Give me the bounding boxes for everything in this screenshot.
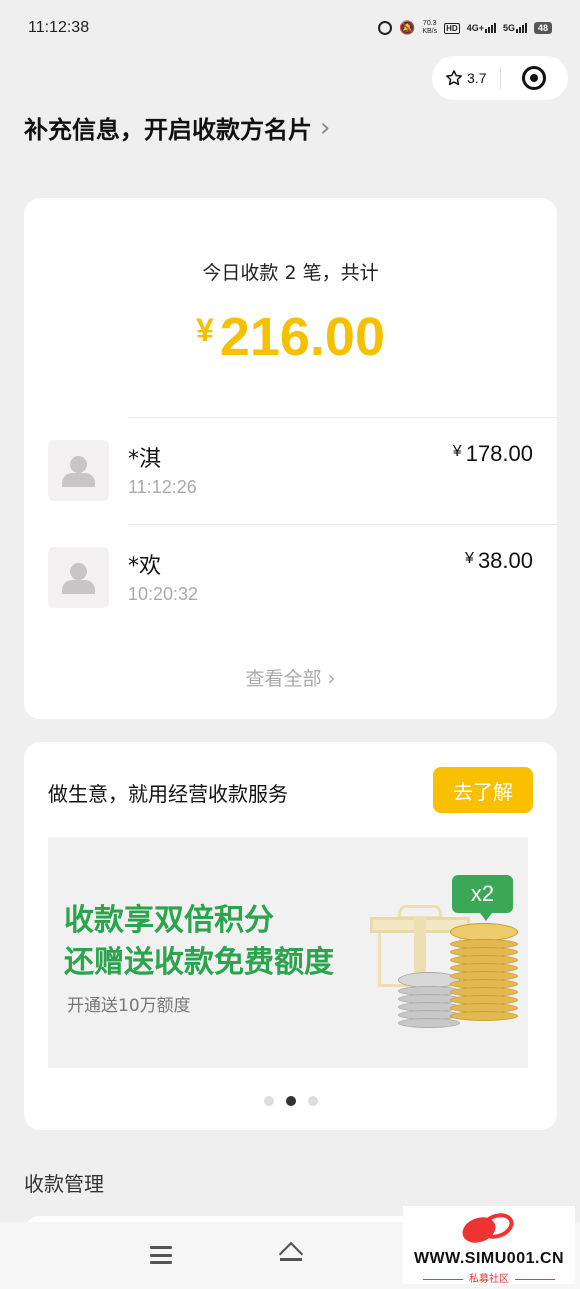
avatar bbox=[48, 547, 109, 608]
avatar bbox=[48, 440, 109, 501]
status-bar: 11:12:38 🔕 70.3 KB/s HD 4G+ 5G 48 bbox=[0, 0, 580, 60]
menu-icon[interactable] bbox=[150, 1246, 172, 1264]
total-amount: 216.00 bbox=[219, 307, 385, 367]
hd-icon: HD bbox=[444, 22, 460, 34]
banner-headline: 收款享双倍积分 bbox=[64, 903, 274, 938]
signal-5g-icon: 5G bbox=[503, 23, 527, 33]
view-all-link[interactable]: 查看全部 › bbox=[24, 664, 557, 691]
currency-symbol: ¥ bbox=[196, 312, 214, 348]
mute-icon: 🔕 bbox=[399, 20, 416, 35]
close-miniprogram-button[interactable] bbox=[501, 66, 569, 90]
miniprogram-capsule: 3.7 bbox=[432, 56, 568, 100]
payment-time: 10:20:32 bbox=[128, 584, 199, 604]
battery-icon: 48 bbox=[533, 22, 552, 34]
gold-coins-icon bbox=[450, 923, 518, 1021]
home-icon[interactable] bbox=[278, 1241, 304, 1267]
summary-label: 今日收款 2 笔，共计 bbox=[202, 262, 379, 284]
payment-amount: ¥38.00 bbox=[465, 548, 533, 573]
divider bbox=[128, 524, 557, 525]
banner-caption: 开通送10万额度 bbox=[67, 996, 191, 1016]
payer-name: *欢 bbox=[128, 554, 162, 579]
star-outline-icon bbox=[446, 70, 462, 86]
carousel-dot[interactable] bbox=[263, 1096, 274, 1106]
summary-total: ¥216.00 bbox=[24, 306, 557, 368]
watermark: WWW.SIMU001.CN 私募社区 bbox=[403, 1206, 575, 1285]
payee-card-link-text: 补充信息，开启收款方名片 bbox=[24, 116, 312, 144]
summary-card: 今日收款 2 笔，共计 ¥216.00 *淇 11:12:26 ¥178.00 … bbox=[24, 198, 557, 719]
watermark-logo bbox=[458, 1208, 518, 1248]
transaction-row[interactable]: *欢 10:20:32 ¥38.00 bbox=[24, 524, 557, 631]
promo-banner[interactable]: 收款享双倍积分 还赠送收款免费额度 开通送10万额度 x2 bbox=[48, 837, 528, 1068]
rating-value: 3.7 bbox=[467, 70, 487, 86]
status-icons: 🔕 70.3 KB/s HD 4G+ 5G 48 bbox=[378, 20, 552, 36]
watermark-site: WWW.SIMU001.CN bbox=[413, 1250, 565, 1267]
view-all-text: 查看全部 bbox=[245, 668, 322, 690]
carousel-dots bbox=[24, 1096, 557, 1106]
watermark-label: 私募社区 bbox=[403, 1270, 575, 1285]
transaction-row[interactable]: *淇 11:12:26 ¥178.00 bbox=[24, 417, 557, 524]
promo-title: 做生意，就用经营收款服务 bbox=[48, 782, 288, 806]
signal-4g-icon: 4G+ bbox=[467, 23, 496, 33]
banner-subheadline: 还赠送收款免费额度 bbox=[64, 945, 334, 980]
payment-time: 11:12:26 bbox=[128, 477, 197, 497]
payee-card-link[interactable]: 补充信息，开启收款方名片 › bbox=[24, 110, 330, 145]
status-time: 11:12:38 bbox=[28, 19, 90, 36]
divider bbox=[128, 417, 557, 418]
rating-button[interactable]: 3.7 bbox=[432, 69, 500, 87]
payment-amount: ¥178.00 bbox=[452, 441, 533, 466]
alarm-icon bbox=[378, 21, 393, 35]
carousel-dot-active[interactable] bbox=[285, 1096, 296, 1106]
promo-card: 做生意，就用经营收款服务 去了解 收款享双倍积分 还赠送收款免费额度 开通送10… bbox=[24, 742, 557, 1130]
chevron-right-icon: › bbox=[327, 666, 336, 690]
chevron-right-icon: › bbox=[320, 112, 331, 143]
payer-name: *淇 bbox=[128, 447, 162, 472]
carousel-dot[interactable] bbox=[307, 1096, 318, 1106]
learn-more-button[interactable]: 去了解 bbox=[433, 767, 533, 813]
network-speed: 70.3 KB/s bbox=[422, 20, 438, 35]
double-points-badge: x2 bbox=[452, 875, 513, 921]
section-title: 收款管理 bbox=[24, 1172, 104, 1196]
target-icon bbox=[522, 66, 547, 90]
